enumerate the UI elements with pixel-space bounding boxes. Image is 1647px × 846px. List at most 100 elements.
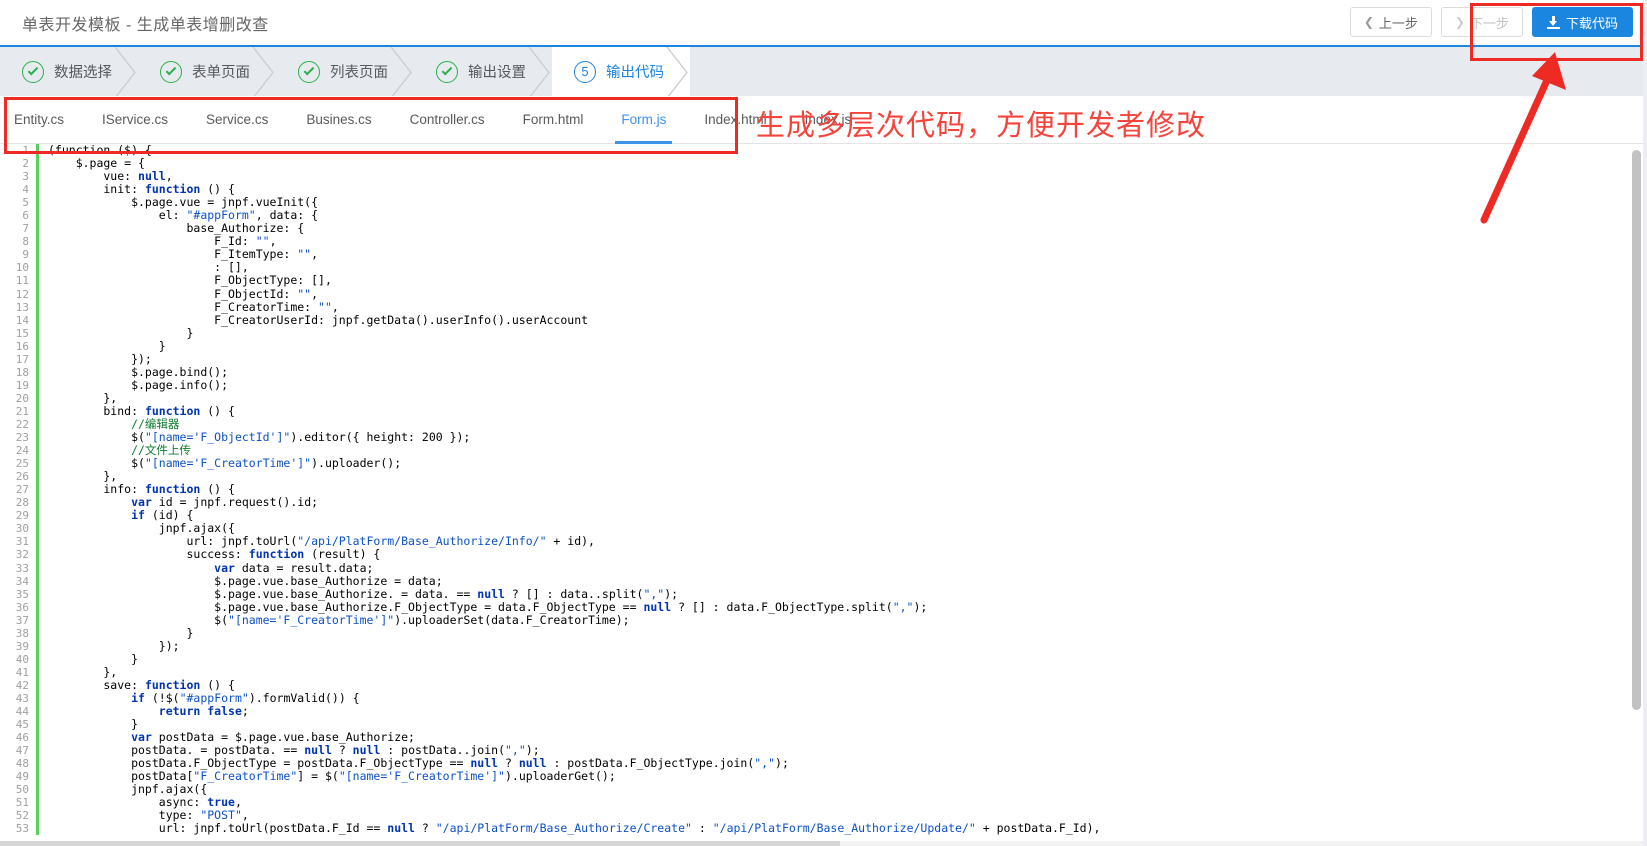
- code-line: 16 }: [0, 339, 1647, 353]
- code-line: 40 }: [0, 652, 1647, 666]
- line-number: 33: [15, 561, 29, 575]
- editor-horizontal-scrollbar[interactable]: [0, 841, 1643, 846]
- step-separator-icon: [665, 47, 691, 96]
- vertical-scroll-thumb[interactable]: [1632, 150, 1641, 710]
- tab-entity-cs[interactable]: Entity.cs: [14, 96, 64, 144]
- horizontal-scroll-thumb[interactable]: [0, 841, 840, 846]
- line-number: 16: [15, 339, 29, 353]
- code-line: 20 },: [0, 391, 1647, 405]
- line-number: 11: [15, 274, 29, 288]
- app-header: 单表开发模板 - 生成单表增删改查 ❮ 上一步 ❯ 下一步 下载代码: [0, 0, 1647, 45]
- code-line: 2 $.page = {: [0, 157, 1647, 171]
- line-number: 31: [15, 535, 29, 549]
- step-number: 5: [581, 64, 589, 79]
- step-label: 列表页面: [330, 65, 388, 81]
- tab-form-js[interactable]: Form.js: [615, 96, 673, 144]
- check-circle-icon: [22, 60, 44, 83]
- line-number: 37: [15, 613, 29, 627]
- step-item-output-code[interactable]: 5 输出代码: [552, 47, 690, 96]
- line-number: 2: [22, 157, 29, 171]
- line-number: 8: [22, 235, 29, 249]
- step-label: 输出代码: [606, 65, 664, 81]
- code-content[interactable]: 1 (function ($) {2 $.page = {3 vue: null,…: [0, 144, 1647, 846]
- step-number-circle: 5: [574, 60, 596, 83]
- line-number: 29: [15, 509, 29, 523]
- step-label: 数据选择: [54, 65, 112, 81]
- code-line: 38 }: [0, 626, 1647, 640]
- code-line: 15 }: [0, 326, 1647, 340]
- line-number: 18: [15, 365, 29, 379]
- code-editor-panel[interactable]: 1 (function ($) {2 $.page = {3 vue: null,…: [0, 144, 1647, 846]
- line-number: 1: [22, 144, 29, 157]
- code-line: 25 $("[name='F_CreatorTime']").uploader(…: [0, 457, 1647, 471]
- code-line: 49 postData["F_CreatorTime"] = $("[name=…: [0, 770, 1647, 784]
- line-number: 24: [15, 444, 29, 458]
- step-item-output-settings[interactable]: 输出设置: [414, 47, 552, 96]
- line-number: 50: [15, 783, 29, 797]
- line-number: 15: [15, 326, 29, 340]
- step-separator-icon: [113, 47, 139, 96]
- code-line: 3 vue: null,: [0, 170, 1647, 184]
- line-number: 41: [15, 665, 29, 679]
- line-number: 28: [15, 496, 29, 510]
- next-step-label: 下一步: [1469, 15, 1509, 31]
- step-separator-icon: [251, 47, 277, 96]
- code-line: 14 F_CreatorUserId: jnpf.getData().userI…: [0, 313, 1647, 327]
- app-window: 单表开发模板 - 生成单表增删改查 ❮ 上一步 ❯ 下一步 下载代码 数据选择: [0, 0, 1647, 846]
- code-line: 44 return false;: [0, 704, 1647, 719]
- code-line: 17 });: [0, 352, 1647, 366]
- window-right-edge: [1643, 0, 1647, 846]
- code-line: 28 var id = jnpf.request().id;: [0, 496, 1647, 510]
- line-number: 40: [15, 652, 29, 666]
- line-number: 51: [15, 796, 29, 810]
- page-title: 单表开发模板 - 生成单表增删改查: [22, 16, 269, 34]
- code-line: 21 bind: function () {: [0, 404, 1647, 418]
- line-number: 47: [15, 744, 29, 758]
- line-number: 13: [15, 300, 29, 314]
- line-number: 20: [15, 391, 29, 405]
- line-number: 35: [15, 587, 29, 601]
- code-line: 18 $.page.bind();: [0, 365, 1647, 379]
- prev-step-label: 上一步: [1378, 15, 1418, 31]
- tab-service-cs[interactable]: Service.cs: [206, 96, 268, 144]
- line-number: 6: [22, 209, 29, 223]
- line-number: 52: [15, 809, 29, 823]
- line-number: 22: [15, 417, 29, 431]
- tab-iservice-cs[interactable]: IService.cs: [102, 96, 168, 144]
- step-item-form-page[interactable]: 表单页面: [138, 47, 276, 96]
- line-number: 43: [15, 691, 29, 705]
- step-item-data-selection[interactable]: 数据选择: [0, 47, 138, 96]
- tab-busines-cs[interactable]: Busines.cs: [306, 96, 371, 144]
- prev-step-button[interactable]: ❮ 上一步: [1349, 7, 1432, 37]
- step-item-list-page[interactable]: 列表页面: [276, 47, 414, 96]
- line-number: 7: [22, 222, 29, 236]
- line-number: 26: [15, 470, 29, 484]
- line-number: 32: [15, 548, 29, 562]
- editor-vertical-scrollbar[interactable]: [1632, 150, 1641, 840]
- line-number: 17: [15, 352, 29, 366]
- line-number: 48: [15, 757, 29, 771]
- header-actions: ❮ 上一步 ❯ 下一步 下载代码: [1349, 7, 1633, 37]
- tab-controller-cs[interactable]: Controller.cs: [410, 96, 485, 144]
- line-number: 4: [22, 183, 29, 197]
- line-number: 27: [15, 483, 29, 497]
- line-number: 14: [15, 313, 29, 327]
- code-line-text: url: jnpf.toUrl(postData.F_Id == null ? …: [48, 821, 1101, 836]
- line-number: 39: [15, 639, 29, 653]
- step-label: 表单页面: [192, 65, 250, 81]
- next-step-button[interactable]: ❯ 下一步: [1440, 7, 1523, 37]
- step-label: 输出设置: [468, 65, 526, 81]
- code-line: 41 },: [0, 665, 1647, 679]
- code-line: 39 });: [0, 639, 1647, 653]
- line-number: 53: [15, 822, 29, 836]
- code-line: 53 url: jnpf.toUrl(postData.F_Id == null…: [0, 821, 1647, 836]
- line-number: 42: [15, 678, 29, 692]
- step-separator-icon: [389, 47, 415, 96]
- tab-form-html[interactable]: Form.html: [523, 96, 584, 144]
- line-number: 36: [15, 600, 29, 614]
- line-number: 38: [15, 626, 29, 640]
- code-line: 1 (function ($) {: [0, 144, 1647, 158]
- download-code-button[interactable]: 下载代码: [1531, 7, 1633, 37]
- line-number: 19: [15, 378, 29, 392]
- check-circle-icon: [160, 60, 182, 83]
